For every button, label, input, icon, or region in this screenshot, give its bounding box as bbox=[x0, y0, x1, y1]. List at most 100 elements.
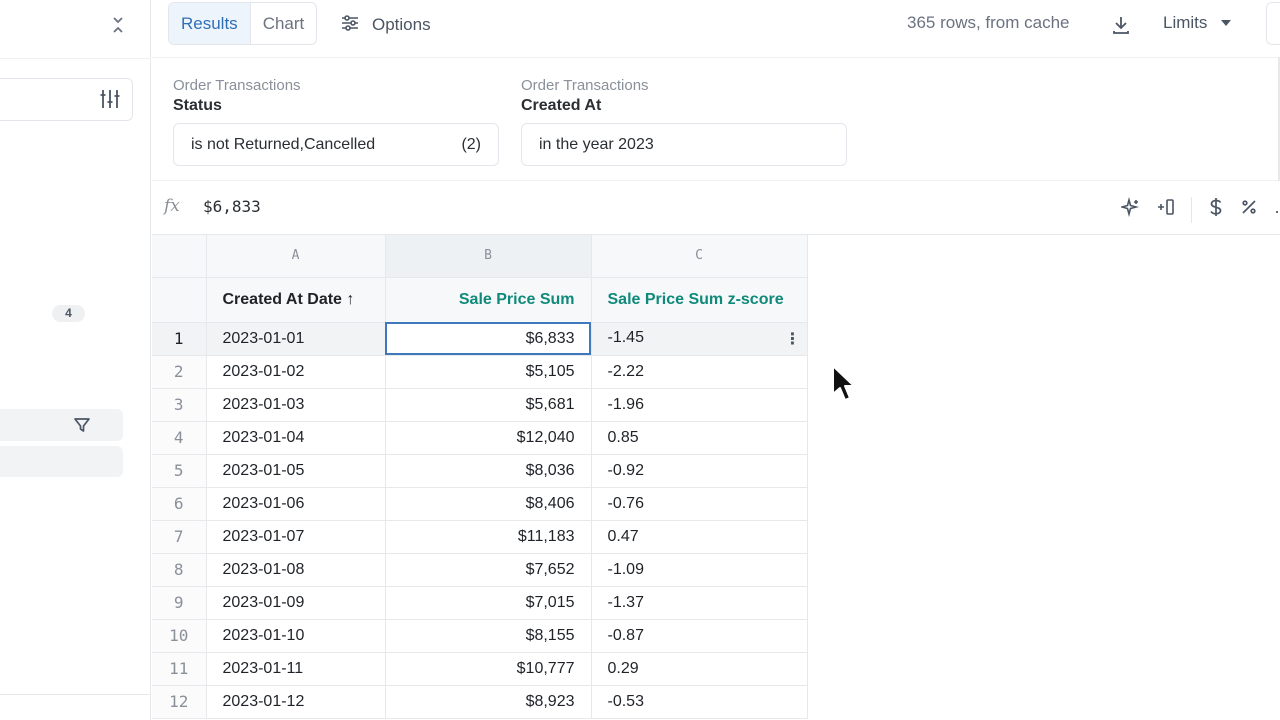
column-header-z-score[interactable]: Sale Price Sum z-score bbox=[591, 277, 808, 323]
row-number[interactable]: 7 bbox=[152, 520, 207, 554]
mouse-cursor-icon bbox=[830, 364, 858, 406]
filter-status: Order Transactions Status is not Returne… bbox=[173, 77, 499, 166]
date-cell[interactable]: 2023-01-12 bbox=[206, 685, 386, 719]
left-list-row[interactable] bbox=[0, 446, 123, 477]
row-number[interactable]: 6 bbox=[152, 487, 207, 521]
sale-price-cell[interactable]: $8,923 bbox=[385, 685, 592, 719]
formula-value[interactable]: $6,833 bbox=[203, 197, 261, 216]
percent-icon[interactable] bbox=[1240, 198, 1258, 221]
table-row: 6 2023-01-06 $8,406 -0.76 bbox=[152, 487, 808, 521]
z-score-cell[interactable]: -1.09 bbox=[591, 553, 808, 587]
sale-price-cell-selected[interactable]: $6,833 bbox=[385, 322, 592, 356]
add-column-icon[interactable] bbox=[1157, 197, 1175, 222]
decimal-icon[interactable] bbox=[1274, 198, 1280, 221]
more-vertical-icon[interactable]: ⋮ bbox=[785, 329, 801, 349]
z-score-cell[interactable]: -0.76 bbox=[591, 487, 808, 521]
row-number[interactable]: 11 bbox=[152, 652, 207, 686]
sale-price-cell[interactable]: $8,036 bbox=[385, 454, 592, 488]
z-score-cell[interactable]: 0.85 bbox=[591, 421, 808, 455]
sale-price-cell[interactable]: $8,155 bbox=[385, 619, 592, 653]
row-number[interactable]: 3 bbox=[152, 388, 207, 422]
sliders-icon[interactable] bbox=[98, 87, 122, 111]
date-cell[interactable]: 2023-01-01 bbox=[206, 322, 386, 356]
z-score-cell[interactable]: -1.96 bbox=[591, 388, 808, 422]
date-cell[interactable]: 2023-01-06 bbox=[206, 487, 386, 521]
options-label: Options bbox=[372, 15, 431, 34]
column-header-created-at-date[interactable]: Created At Date ↑ bbox=[206, 277, 386, 323]
date-cell[interactable]: 2023-01-09 bbox=[206, 586, 386, 620]
row-number[interactable]: 1 bbox=[152, 322, 207, 356]
formula-bar: 𝑓x $6,833 bbox=[152, 182, 1280, 235]
z-score-cell[interactable]: -1.37 bbox=[591, 586, 808, 620]
z-score-cell[interactable]: 0.47 bbox=[591, 520, 808, 554]
table-row: 11 2023-01-11 $10,777 0.29 bbox=[152, 652, 808, 686]
date-cell[interactable]: 2023-01-07 bbox=[206, 520, 386, 554]
format-toolbar bbox=[1118, 196, 1280, 223]
filter-field: Status bbox=[173, 97, 222, 114]
z-score-cell[interactable]: -1.45 ⋮ bbox=[591, 322, 808, 356]
filter-value-text: is not Returned,Cancelled bbox=[191, 135, 376, 153]
sale-price-cell[interactable]: $11,183 bbox=[385, 520, 592, 554]
table-row: 7 2023-01-07 $11,183 0.47 bbox=[152, 520, 808, 554]
date-cell[interactable]: 2023-01-03 bbox=[206, 388, 386, 422]
column-header-sale-price-sum[interactable]: Sale Price Sum bbox=[385, 277, 592, 323]
sale-price-cell[interactable]: $7,652 bbox=[385, 553, 592, 587]
sale-price-cell[interactable]: $7,015 bbox=[385, 586, 592, 620]
row-number[interactable]: 2 bbox=[152, 355, 207, 389]
sale-price-cell[interactable]: $10,777 bbox=[385, 652, 592, 686]
z-score-value: -1.45 bbox=[607, 328, 644, 346]
column-letter[interactable]: B bbox=[385, 235, 592, 278]
date-cell[interactable]: 2023-01-05 bbox=[206, 454, 386, 488]
z-score-cell[interactable]: -2.22 bbox=[591, 355, 808, 389]
options-button[interactable]: Options bbox=[340, 12, 431, 38]
left-divider bbox=[0, 58, 151, 59]
z-score-cell[interactable]: -0.53 bbox=[591, 685, 808, 719]
row-number[interactable]: 9 bbox=[152, 586, 207, 620]
row-number[interactable]: 5 bbox=[152, 454, 207, 488]
chevron-down-icon bbox=[1221, 20, 1232, 26]
left-bottom-divider bbox=[0, 694, 151, 695]
toolbar-separator bbox=[1191, 196, 1192, 223]
table-row: 10 2023-01-10 $8,155 -0.87 bbox=[152, 619, 808, 653]
row-number[interactable]: 8 bbox=[152, 553, 207, 587]
date-cell[interactable]: 2023-01-08 bbox=[206, 553, 386, 587]
column-letter[interactable]: C bbox=[591, 235, 808, 278]
toolbar-edge-button[interactable] bbox=[1266, 2, 1280, 45]
sale-price-cell[interactable]: $12,040 bbox=[385, 421, 592, 455]
z-score-cell[interactable]: -0.87 bbox=[591, 619, 808, 653]
tab-results[interactable]: Results bbox=[169, 3, 251, 44]
row-number[interactable]: 4 bbox=[152, 421, 207, 455]
download-icon[interactable] bbox=[1110, 13, 1132, 37]
limits-dropdown[interactable]: Limits bbox=[1163, 13, 1232, 33]
collapse-icon[interactable] bbox=[108, 14, 128, 36]
column-letter[interactable]: A bbox=[206, 235, 386, 278]
sale-price-cell[interactable]: $8,406 bbox=[385, 487, 592, 521]
row-number[interactable]: 12 bbox=[152, 685, 207, 719]
rows-info: 365 rows, from cache bbox=[907, 13, 1070, 32]
date-cell[interactable]: 2023-01-04 bbox=[206, 421, 386, 455]
results-toolbar: Results Chart Options 365 rows, from cac… bbox=[152, 0, 1280, 58]
filter-created-at: Order Transactions Created At in the yea… bbox=[521, 77, 847, 166]
filter-source: Order Transactions bbox=[173, 77, 301, 94]
sale-price-cell[interactable]: $5,105 bbox=[385, 355, 592, 389]
sale-price-cell[interactable]: $5,681 bbox=[385, 388, 592, 422]
tab-chart[interactable]: Chart bbox=[251, 3, 317, 44]
filter-field: Created At bbox=[521, 97, 602, 114]
row-number[interactable]: 10 bbox=[152, 619, 207, 653]
sparkle-icon[interactable] bbox=[1118, 196, 1141, 222]
filter-status-value[interactable]: is not Returned,Cancelled (2) bbox=[173, 123, 499, 166]
header-row-number bbox=[152, 277, 207, 323]
filter-created-at-value[interactable]: in the year 2023 bbox=[521, 123, 847, 166]
table-row: 4 2023-01-04 $12,040 0.85 bbox=[152, 421, 808, 455]
corner-cell[interactable] bbox=[152, 235, 207, 278]
date-cell[interactable]: 2023-01-11 bbox=[206, 652, 386, 686]
filter-icon[interactable] bbox=[72, 414, 92, 436]
date-cell[interactable]: 2023-01-10 bbox=[206, 619, 386, 653]
date-cell[interactable]: 2023-01-02 bbox=[206, 355, 386, 389]
currency-icon[interactable] bbox=[1208, 196, 1224, 223]
left-filter-row[interactable] bbox=[0, 409, 123, 441]
filter-value-count: (2) bbox=[461, 135, 481, 153]
table-row: 3 2023-01-03 $5,681 -1.96 bbox=[152, 388, 808, 422]
z-score-cell[interactable]: -0.92 bbox=[591, 454, 808, 488]
z-score-cell[interactable]: 0.29 bbox=[591, 652, 808, 686]
